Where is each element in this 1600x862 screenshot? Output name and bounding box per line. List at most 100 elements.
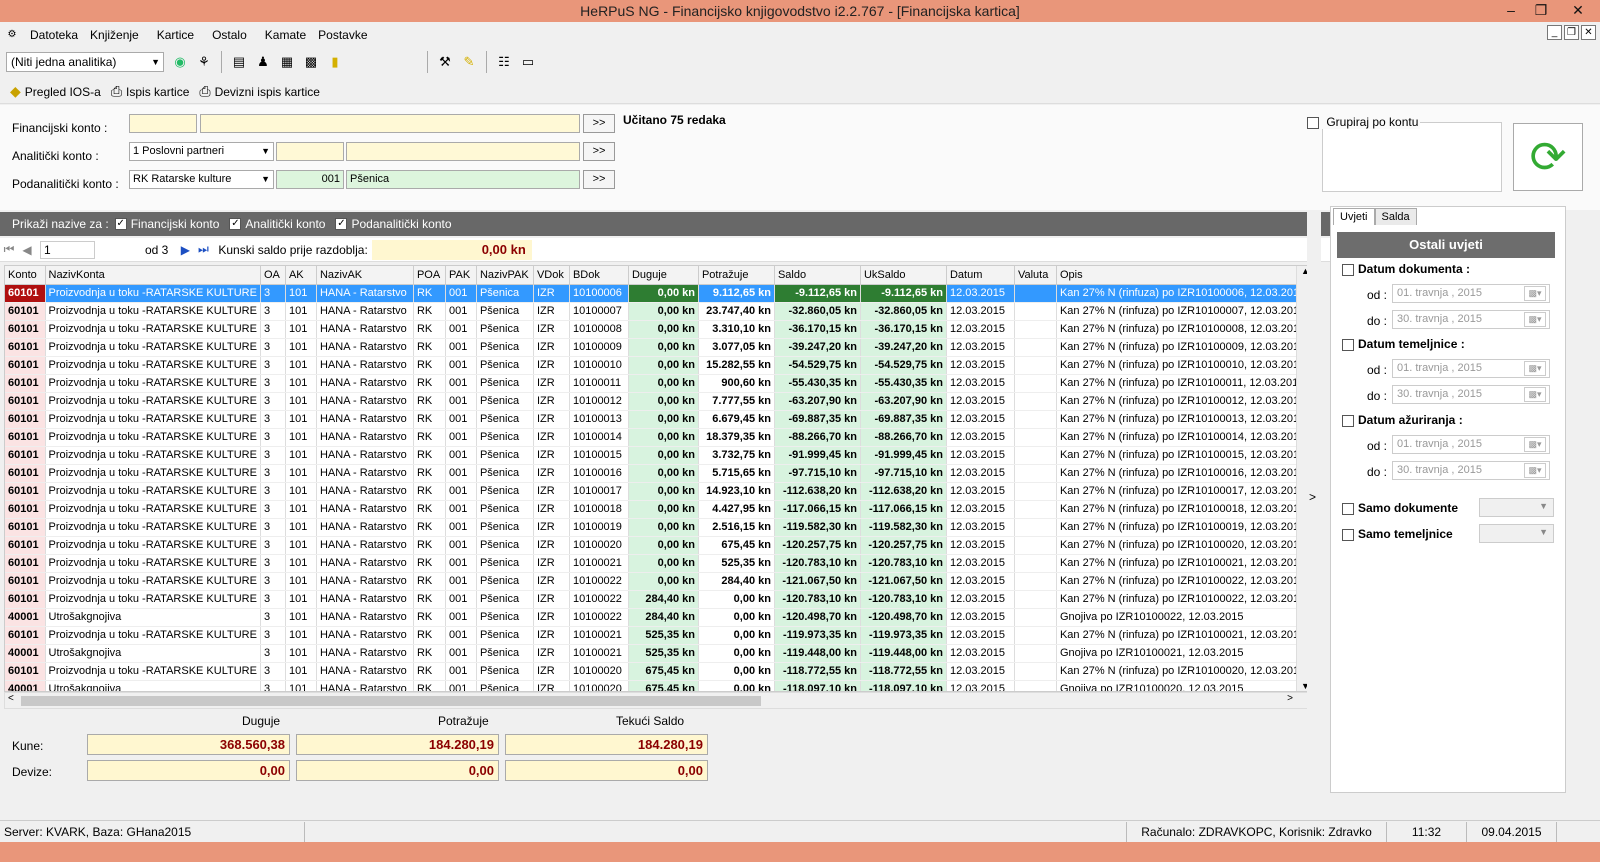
- ledger-grid[interactable]: Konto NazivKonta OA AK NazivAK POA PAK NazivPAK…: [4, 265, 1314, 692]
- fin-konto-code-input[interactable]: [129, 114, 197, 133]
- datum-tem-od-input[interactable]: 01. travnja , 2015 ▩▾: [1392, 359, 1550, 378]
- column-header[interactable]: Duguje: [628, 266, 699, 285]
- table-row[interactable]: 60101 Proizvodnja u toku -RATARSKE KULTUR…: [5, 446, 1310, 465]
- menu-kamate[interactable]: Kamate: [259, 28, 312, 42]
- datum-dokumenta-checkbox[interactable]: Datum dokumenta :: [1342, 262, 1470, 276]
- network-icon[interactable]: ⚘: [194, 52, 214, 72]
- tab-uvjeti[interactable]: Uvjeti: [1333, 208, 1375, 225]
- column-header[interactable]: NazivPAK: [476, 266, 534, 285]
- podanal-konto-code-input[interactable]: 001: [276, 170, 344, 189]
- datum-dok-do-input[interactable]: 30. travnja , 2015 ▩▾: [1392, 310, 1550, 329]
- analytics-combo[interactable]: (Niti jedna analitika) ▼: [6, 52, 164, 72]
- datum-azu-od-input[interactable]: 01. travnja , 2015 ▩▾: [1392, 435, 1550, 454]
- datum-dok-od-input[interactable]: 01. travnja , 2015 ▩▾: [1392, 284, 1550, 303]
- refresh-button[interactable]: ⟳: [1513, 123, 1583, 191]
- column-header[interactable]: AK: [285, 266, 317, 285]
- prev-page-icon[interactable]: ◀: [18, 243, 36, 257]
- scroll-left-icon[interactable]: <: [8, 693, 14, 704]
- table-row[interactable]: 60101 Proizvodnja u toku -RATARSKE KULTUR…: [5, 572, 1310, 591]
- window-icon[interactable]: ▭: [518, 52, 538, 72]
- table-row[interactable]: 40001 Utrošakgnojiva 3 101 HANA - Ratarstvo R…: [5, 608, 1310, 627]
- menu-ostalo[interactable]: Ostalo: [206, 28, 253, 42]
- podanal-konto-browse-button[interactable]: >>: [583, 170, 615, 189]
- calendar-icon[interactable]: ▩▾: [1524, 312, 1546, 327]
- show-anal-konto-checkbox[interactable]: ✓ Analitički konto: [229, 217, 325, 231]
- table-row[interactable]: 60101 Proizvodnja u toku -RATARSKE KULTUR…: [5, 554, 1310, 573]
- horizontal-scroll-thumb[interactable]: [21, 696, 761, 706]
- column-header[interactable]: POA: [413, 266, 446, 285]
- podanal-konto-combo[interactable]: RK Ratarske kulture ▼: [129, 170, 274, 189]
- table-row[interactable]: 60101 Proizvodnja u toku -RATARSKE KULTUR…: [5, 626, 1310, 645]
- table-row[interactable]: 60101 Proizvodnja u toku -RATARSKE KULTUR…: [5, 518, 1310, 537]
- fin-konto-name-input[interactable]: [200, 114, 580, 133]
- column-header[interactable]: Potražuje: [698, 266, 775, 285]
- datum-azu-do-input[interactable]: 30. travnja , 2015 ▩▾: [1392, 461, 1550, 480]
- horizontal-scrollbar[interactable]: < >: [4, 692, 1314, 709]
- last-page-icon[interactable]: ⏭: [194, 242, 212, 257]
- column-header[interactable]: VDok: [533, 266, 570, 285]
- column-header[interactable]: Valuta: [1014, 266, 1057, 285]
- table-row[interactable]: 60101 Proizvodnja u toku -RATARSKE KULTUR…: [5, 356, 1310, 375]
- samo-temeljnice-checkbox[interactable]: Samo temeljnice: [1342, 527, 1453, 541]
- calendar-icon[interactable]: ▩▾: [1524, 463, 1546, 478]
- chevron-right-icon[interactable]: >: [1309, 490, 1316, 504]
- menu-kartice[interactable]: Kartice: [151, 28, 200, 42]
- datum-azuriranja-checkbox[interactable]: Datum ažuriranja :: [1342, 413, 1463, 427]
- samo-temeljnice-select[interactable]: ▼: [1479, 524, 1554, 543]
- app-menu-icon[interactable]: ⚙: [2, 25, 22, 45]
- samo-dokumente-checkbox[interactable]: Samo dokumente: [1342, 501, 1458, 515]
- column-header[interactable]: Konto: [5, 266, 46, 285]
- table-row[interactable]: 60101 Proizvodnja u toku -RATARSKE KULTUR…: [5, 464, 1310, 483]
- column-header[interactable]: Opis: [1056, 266, 1310, 285]
- table-row[interactable]: 60101 Proizvodnja u toku -RATARSKE KULTUR…: [5, 410, 1310, 429]
- document-icon[interactable]: ☷: [494, 52, 514, 72]
- anal-konto-combo[interactable]: 1 Poslovni partneri ▼: [129, 142, 274, 161]
- column-header[interactable]: NazivAK: [316, 266, 414, 285]
- show-fin-konto-checkbox[interactable]: ✓ Financijski konto: [114, 217, 219, 231]
- page-number-input[interactable]: 1: [40, 240, 95, 259]
- column-header[interactable]: NazivKonta: [45, 266, 261, 285]
- mdi-restore-button[interactable]: ❐: [1564, 25, 1579, 40]
- pregled-ios-button[interactable]: ◆ Pregled IOS-a: [10, 83, 101, 100]
- folder-icon[interactable]: ▮: [325, 52, 345, 72]
- scroll-right-icon[interactable]: >: [1287, 693, 1293, 704]
- tools-icon[interactable]: ⚒: [435, 52, 455, 72]
- mdi-minimize-button[interactable]: _: [1547, 25, 1562, 40]
- tab-salda[interactable]: Salda: [1374, 208, 1417, 225]
- column-header[interactable]: PAK: [445, 266, 477, 285]
- table-row[interactable]: 60101 Proizvodnja u toku -RATARSKE KULTUR…: [5, 284, 1310, 303]
- menu-postavke[interactable]: Postavke: [312, 28, 373, 42]
- documents-icon[interactable]: ▤: [229, 52, 249, 72]
- calendar-icon[interactable]: ▩: [301, 52, 321, 72]
- column-header[interactable]: Saldo: [774, 266, 861, 285]
- calendar-icon[interactable]: ▩▾: [1524, 286, 1546, 301]
- datum-temeljnice-checkbox[interactable]: Datum temeljnice :: [1342, 337, 1465, 351]
- column-header[interactable]: Datum: [946, 266, 1015, 285]
- devizni-ispis-button[interactable]: ⎙ Devizni ispis kartice: [199, 83, 320, 100]
- datum-tem-do-input[interactable]: 30. travnja , 2015 ▩▾: [1392, 385, 1550, 404]
- samo-dokumente-select[interactable]: ▼: [1479, 498, 1554, 517]
- table-row[interactable]: 60101 Proizvodnja u toku -RATARSKE KULTUR…: [5, 482, 1310, 501]
- table-row[interactable]: 60101 Proizvodnja u toku -RATARSKE KULTUR…: [5, 338, 1310, 357]
- menu-knjizenje[interactable]: Knjiženje: [84, 28, 145, 42]
- table-row[interactable]: 60101 Proizvodnja u toku -RATARSKE KULTUR…: [5, 428, 1310, 447]
- table-row[interactable]: 60101 Proizvodnja u toku -RATARSKE KULTUR…: [5, 590, 1310, 609]
- table-row[interactable]: 60101 Proizvodnja u toku -RATARSKE KULTUR…: [5, 662, 1310, 681]
- notes-icon[interactable]: ✎: [459, 52, 479, 72]
- anal-konto-code-input[interactable]: [276, 142, 344, 161]
- anal-konto-name-input[interactable]: [346, 142, 580, 161]
- mdi-close-button[interactable]: ✕: [1581, 25, 1596, 40]
- calendar-icon[interactable]: ▩▾: [1524, 387, 1546, 402]
- table-row[interactable]: 60101 Proizvodnja u toku -RATARSKE KULTUR…: [5, 392, 1310, 411]
- users-icon[interactable]: ♟: [253, 52, 273, 72]
- table-row[interactable]: 60101 Proizvodnja u toku -RATARSKE KULTUR…: [5, 536, 1310, 555]
- fin-konto-browse-button[interactable]: >>: [583, 114, 615, 133]
- table-row[interactable]: 40001 Utrošakgnojiva 3 101 HANA - Ratarstvo R…: [5, 644, 1310, 663]
- calendar-icon[interactable]: ▩▾: [1524, 437, 1546, 452]
- first-page-icon[interactable]: ⏮: [0, 242, 18, 257]
- column-header[interactable]: OA: [260, 266, 286, 285]
- menu-datoteka[interactable]: Datoteka: [24, 28, 84, 42]
- minimize-button[interactable]: –: [1496, 0, 1526, 22]
- table-row[interactable]: 60101 Proizvodnja u toku -RATARSKE KULTUR…: [5, 302, 1310, 321]
- next-page-icon[interactable]: ▶: [176, 243, 194, 257]
